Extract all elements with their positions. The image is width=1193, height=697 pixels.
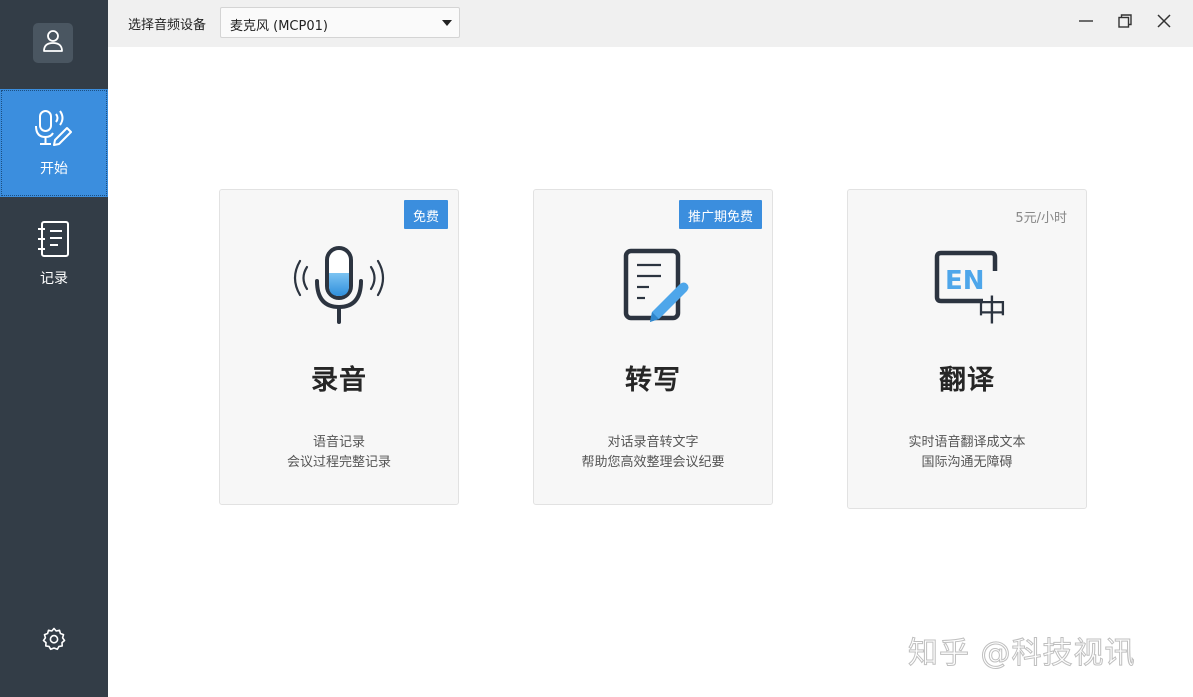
record-card[interactable]: 免费 录音 语音记录 会议过程完整记录 [219, 189, 459, 505]
card-desc-line: 对话录音转文字 [607, 435, 699, 450]
settings-button[interactable] [39, 626, 69, 656]
device-select-label: 选择音频设备 [128, 18, 207, 33]
gear-icon [42, 627, 66, 655]
avatar-button[interactable] [33, 23, 73, 63]
minimize-icon [1078, 13, 1094, 33]
free-badge: 免费 [403, 200, 448, 229]
card-description: 实时语音翻译成文本 国际沟通无障碍 [848, 433, 1086, 473]
translate-card[interactable]: 5元/小时 EN 中 翻译 实时语音翻译成文本 国际沟通无障碍 [847, 189, 1087, 509]
chevron-down-icon [442, 20, 452, 26]
restore-button[interactable] [1112, 10, 1138, 36]
audio-device-dropdown[interactable]: 麦克风 (MCP01) [220, 7, 460, 38]
minimize-button[interactable] [1073, 10, 1099, 36]
card-title: 翻译 [939, 365, 995, 396]
close-icon [1156, 13, 1172, 33]
en-zh-translate-icon: EN 中 [912, 240, 1022, 330]
price-label: 5元/小时 [1015, 211, 1067, 226]
sidebar: 开始 记录 [0, 0, 108, 697]
card-description: 对话录音转文字 帮助您高效整理会议纪要 [534, 433, 772, 473]
title-bar: 选择音频设备 麦克风 (MCP01) [108, 0, 1193, 47]
document-pen-icon [598, 240, 708, 330]
sidebar-item-records[interactable]: 记录 [0, 200, 108, 308]
close-button[interactable] [1151, 10, 1177, 36]
app-window: 开始 记录 选择音频设备 麦克风 (MCP01) 免费 录音 语音记录 会议过程… [0, 0, 1193, 697]
card-desc-line: 会议过程完整记录 [286, 455, 391, 470]
zh-icon-text: 中 [977, 294, 1007, 327]
card-desc-line: 语音记录 [312, 435, 365, 450]
sidebar-item-label: 记录 [40, 271, 68, 287]
mic-pen-icon [34, 108, 74, 152]
transcribe-card[interactable]: 推广期免费 转写 对话录音转文字 帮助您高效整理会议纪要 [533, 189, 773, 505]
en-icon-text: EN [945, 266, 985, 296]
audio-device-value: 麦克风 (MCP01) [230, 19, 328, 34]
card-title: 录音 [311, 365, 367, 396]
notebook-icon [37, 220, 71, 262]
card-description: 语音记录 会议过程完整记录 [220, 433, 458, 473]
watermark-text: 知乎 @科技视讯 [908, 636, 1136, 672]
sidebar-item-start[interactable]: 开始 [0, 89, 108, 197]
promo-free-badge: 推广期免费 [678, 200, 762, 229]
card-title: 转写 [625, 365, 681, 396]
card-desc-line: 帮助您高效整理会议纪要 [581, 455, 725, 470]
restore-icon [1117, 13, 1133, 33]
microphone-icon [284, 240, 394, 330]
card-desc-line: 实时语音翻译成文本 [908, 435, 1026, 450]
sidebar-item-label: 开始 [40, 161, 68, 177]
user-icon [42, 29, 64, 57]
card-desc-line: 国际沟通无障碍 [921, 455, 1013, 470]
